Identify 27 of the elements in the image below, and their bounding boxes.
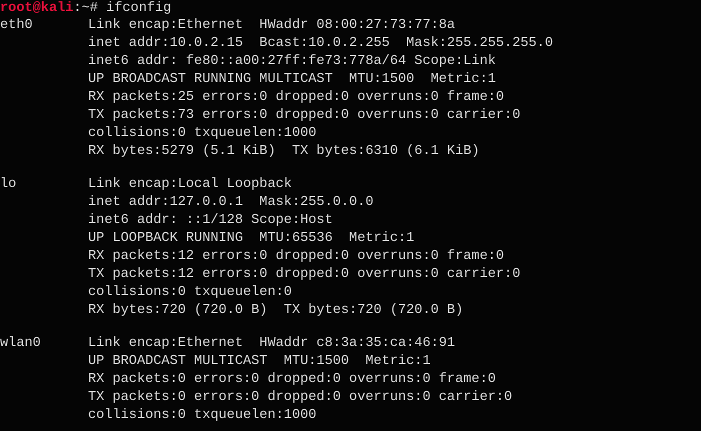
interface-info-line: Link encap:Ethernet HWaddr c8:3a:35:ca:46:91: [88, 335, 456, 353]
interface-info-line: inet6 addr: ::1/128 Scope:Host: [88, 212, 334, 230]
interface-info-line: collisions:0 txqueuelen:0: [88, 284, 293, 302]
interface-info-line: UP BROADCAST RUNNING MULTICAST MTU:1500 Metric:1: [88, 71, 497, 89]
interface-name: lo: [0, 176, 18, 194]
interface-info-line: Link encap:Local Loopback: [88, 176, 293, 194]
interface-info-line: Link encap:Ethernet HWaddr 08:00:27:73:77:8a: [88, 17, 456, 35]
interface-info-line: TX packets:12 errors:0 dropped:0 overruns:0 carrier:0: [88, 266, 522, 284]
prompt-path: :~#: [73, 1, 99, 16]
interface-info-line: collisions:0 txqueuelen:1000: [88, 125, 318, 143]
interface-info-line: inet addr:127.0.0.1 Mask:255.0.0.0: [88, 194, 375, 212]
interface-info-line: RX bytes:720 (720.0 B) TX bytes:720 (720.0 B): [88, 302, 464, 320]
interface-info-line: RX bytes:5279 (5.1 KiB) TX bytes:6310 (6.1 KiB): [88, 143, 481, 161]
interface-name: wlan0: [0, 335, 42, 353]
interface-info-line: inet6 addr: fe80::a00:27ff:fe73:778a/64 Scope:Link: [88, 53, 497, 71]
interface-info-line: inet addr:10.0.2.15 Bcast:10.0.2.255 Mask:255.255.255.0: [88, 35, 554, 53]
interface-info-line: RX packets:12 errors:0 dropped:0 overruns:0 frame:0: [88, 248, 506, 266]
interface-name: eth0: [0, 17, 34, 35]
prompt-user-host: root@kali: [0, 1, 74, 16]
interface-info-line: UP LOOPBACK RUNNING MTU:65536 Metric:1: [88, 230, 416, 248]
interface-info-line: UP BROADCAST MULTICAST MTU:1500 Metric:1: [88, 353, 432, 371]
interface-info-line: RX packets:0 errors:0 dropped:0 overruns:0 frame:0: [88, 371, 497, 389]
interface-info-line: TX packets:0 errors:0 dropped:0 overruns:0 carrier:0: [88, 389, 514, 407]
interface-info-line: TX packets:73 errors:0 dropped:0 overruns:0 carrier:0: [88, 107, 522, 125]
interface-info-line: collisions:0 txqueuelen:1000: [88, 407, 318, 425]
command-text: ifconfig: [106, 1, 172, 16]
interface-info-line: RX packets:25 errors:0 dropped:0 overruns:0 frame:0: [88, 89, 506, 107]
